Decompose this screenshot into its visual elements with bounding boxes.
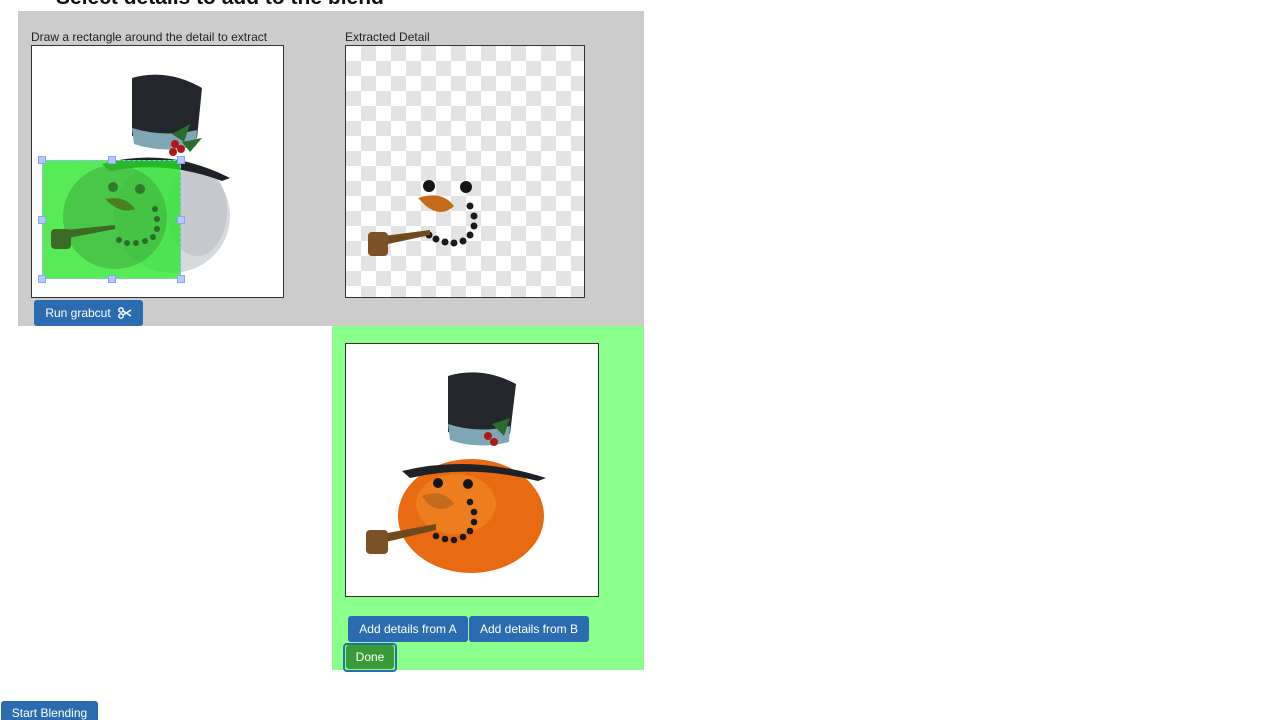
selected-face-image [51, 165, 167, 269]
resize-handle-bottom[interactable] [108, 275, 116, 283]
extracted-detail-canvas [345, 45, 585, 298]
blend-result-canvas [345, 343, 599, 597]
add-details-from-a-button[interactable]: Add details from A [348, 616, 468, 642]
extracted-detail-label: Extracted Detail [345, 30, 430, 44]
page-title: Select details to add to the blend [56, 0, 384, 10]
run-grabcut-label: Run grabcut [45, 306, 111, 320]
selection-rectangle[interactable] [38, 156, 185, 283]
resize-handle-left[interactable] [38, 216, 46, 224]
add-details-from-b-button[interactable]: Add details from B [469, 616, 589, 642]
resize-handle-bottom-left[interactable] [38, 275, 46, 283]
start-blending-button[interactable]: Start Blending [1, 701, 98, 720]
resize-handle-top-right[interactable] [177, 156, 185, 164]
resize-handle-right[interactable] [177, 216, 185, 224]
run-grabcut-button[interactable]: Run grabcut [34, 300, 143, 326]
done-button[interactable]: Done [346, 645, 394, 669]
source-image-canvas[interactable] [31, 45, 284, 298]
resize-handle-top-left[interactable] [38, 156, 46, 164]
scissors-icon [117, 307, 132, 319]
resize-handle-bottom-right[interactable] [177, 275, 185, 283]
resize-handle-top[interactable] [108, 156, 116, 164]
blended-pumpkin-snowman-image [366, 372, 546, 573]
extracted-face-image [368, 180, 478, 256]
draw-rectangle-label: Draw a rectangle around the detail to ex… [31, 30, 268, 44]
